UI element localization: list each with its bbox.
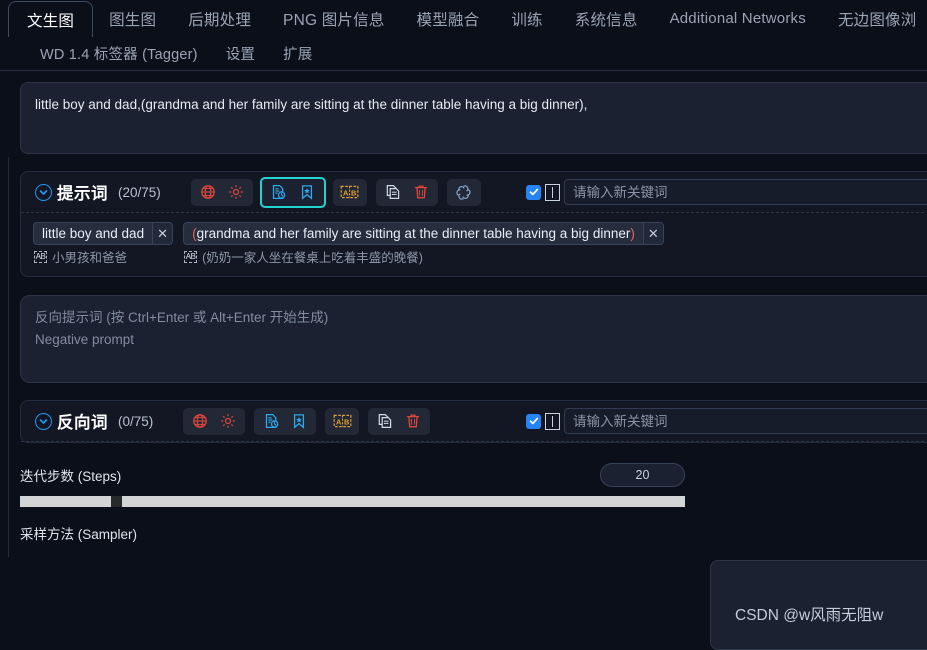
toolbar-group-network xyxy=(191,179,253,206)
chevron-down-icon[interactable] xyxy=(35,184,52,201)
steps-value[interactable]: 20 xyxy=(600,463,685,487)
toolbar-group-history-highlighted xyxy=(262,179,324,206)
toolbar-group-edit xyxy=(376,179,438,206)
prompt-textarea[interactable]: little boy and dad,(grandma and her fami… xyxy=(20,82,927,154)
gear-icon[interactable] xyxy=(215,410,241,433)
translate-ab-icon[interactable]: AB xyxy=(337,181,363,204)
toolbar-group-edit xyxy=(368,408,430,435)
chip-remove-button[interactable]: ✕ xyxy=(643,222,663,245)
translate-ab-icon: AB xyxy=(184,251,197,263)
toolbar-group-translate: AB xyxy=(325,408,359,435)
steps-slider[interactable] xyxy=(20,496,685,507)
negative-prompt-section: 反向词 (0/75) xyxy=(20,400,927,443)
globe-icon[interactable] xyxy=(195,181,221,204)
svg-text:A: A xyxy=(343,188,349,197)
svg-text:B: B xyxy=(344,417,349,426)
tab-row-secondary: WD 1.4 标签器 (Tagger) 设置 扩展 xyxy=(8,37,927,70)
svg-text:B: B xyxy=(351,188,356,197)
positive-keyword-checkbox[interactable] xyxy=(526,185,541,200)
chatgpt-icon[interactable] xyxy=(451,181,477,204)
copy-icon[interactable] xyxy=(380,181,406,204)
positive-token-count: (20/75) xyxy=(118,185,161,200)
chip-label: little boy and dad xyxy=(34,226,152,241)
tab-extras[interactable]: 后期处理 xyxy=(172,0,267,37)
negative-keyword-checkbox[interactable] xyxy=(526,414,541,429)
chip-label: (grandma and her family are sitting at t… xyxy=(184,226,643,241)
main-content: little boy and dad,(grandma and her fami… xyxy=(0,82,927,543)
prompt-chip[interactable]: little boy and dad ✕ xyxy=(33,222,173,245)
tab-additional-networks[interactable]: Additional Networks xyxy=(654,0,822,37)
negative-prompt-hint-cn: 反向提示词 (按 Ctrl+Enter 或 Alt+Enter 开始生成) xyxy=(35,307,927,329)
negative-token-count: (0/75) xyxy=(118,414,153,429)
gear-icon[interactable] xyxy=(223,181,249,204)
text-cursor-icon[interactable] xyxy=(545,184,560,201)
negative-prompt-textarea[interactable]: 反向提示词 (按 Ctrl+Enter 或 Alt+Enter 开始生成) Ne… xyxy=(20,295,927,383)
tab-settings[interactable]: 设置 xyxy=(212,37,269,70)
positive-chip-list: little boy and dad ✕ AB 小男孩和爸爸 (grandma … xyxy=(21,213,927,276)
chevron-down-icon[interactable] xyxy=(35,413,52,430)
positive-toolbar: AB xyxy=(191,179,481,206)
generation-params: 迭代步数 (Steps) 20 采样方法 (Sampler) xyxy=(0,463,927,543)
positive-section-header: 提示词 (20/75) xyxy=(21,172,927,213)
svg-text:A: A xyxy=(336,417,342,426)
chip-column: little boy and dad ✕ AB 小男孩和爸爸 xyxy=(33,222,173,266)
negative-keyword-input[interactable] xyxy=(564,408,927,434)
prompt-chip[interactable]: (grandma and her family are sitting at t… xyxy=(183,222,664,245)
chip-body: grandma and her family are sitting at th… xyxy=(197,226,631,241)
tab-bar-divider xyxy=(0,70,927,71)
tab-checkpoint-merger[interactable]: 模型融合 xyxy=(401,0,496,37)
chip-translation-row: AB (奶奶一家人坐在餐桌上吃着丰盛的晚餐) xyxy=(183,247,664,266)
document-clock-icon[interactable] xyxy=(258,410,284,433)
negative-keyword-control xyxy=(526,408,927,434)
chip-translation-row: AB 小男孩和爸爸 xyxy=(33,247,173,266)
toolbar-group-network xyxy=(183,408,245,435)
toolbar-group-translate: AB xyxy=(333,179,367,206)
sampler-label: 采样方法 (Sampler) xyxy=(20,523,137,543)
chip-column: (grandma and her family are sitting at t… xyxy=(183,222,664,266)
tab-wd14-tagger[interactable]: WD 1.4 标签器 (Tagger) xyxy=(26,37,212,70)
chip-close-paren: ) xyxy=(630,226,635,241)
tab-png-info[interactable]: PNG 图片信息 xyxy=(267,0,401,37)
text-cursor-icon[interactable] xyxy=(545,413,560,430)
negative-section-title: 反向词 xyxy=(57,409,108,433)
copy-icon[interactable] xyxy=(372,410,398,433)
steps-label: 迭代步数 (Steps) xyxy=(20,465,121,485)
negative-prompt-hint-en: Negative prompt xyxy=(35,329,927,351)
chip-translation: (奶奶一家人坐在餐桌上吃着丰盛的晚餐) xyxy=(202,247,423,266)
trash-icon[interactable] xyxy=(400,410,426,433)
positive-section-title: 提示词 xyxy=(57,180,108,204)
toolbar-group-history xyxy=(254,408,316,435)
top-tab-bar: 文生图 图生图 后期处理 PNG 图片信息 模型融合 训练 系统信息 Addit… xyxy=(0,0,927,70)
document-clock-icon[interactable] xyxy=(266,181,292,204)
positive-prompt-section: 提示词 (20/75) xyxy=(20,171,927,277)
translate-ab-icon: AB xyxy=(34,251,47,263)
tab-img2img[interactable]: 图生图 xyxy=(93,0,172,37)
bookmark-star-icon[interactable] xyxy=(294,181,320,204)
tab-extensions[interactable]: 扩展 xyxy=(269,37,326,70)
negative-toolbar: AB xyxy=(183,408,430,435)
toolbar-group-chatgpt xyxy=(447,179,481,206)
tab-train[interactable]: 训练 xyxy=(495,0,558,37)
positive-keyword-control xyxy=(526,179,927,205)
tab-row-primary: 文生图 图生图 后期处理 PNG 图片信息 模型融合 训练 系统信息 Addit… xyxy=(8,0,927,37)
globe-icon[interactable] xyxy=(187,410,213,433)
negative-section-header: 反向词 (0/75) xyxy=(21,401,927,442)
csdn-watermark: CSDN @w风雨无阻w xyxy=(735,603,883,625)
tab-infinite-image-browsing[interactable]: 无边图像浏 xyxy=(822,0,927,37)
tab-system-info[interactable]: 系统信息 xyxy=(559,0,654,37)
steps-slider-thumb[interactable] xyxy=(111,496,122,507)
positive-keyword-input[interactable] xyxy=(564,179,927,205)
chip-remove-button[interactable]: ✕ xyxy=(152,222,172,245)
steps-row: 迭代步数 (Steps) 20 xyxy=(20,463,685,487)
tab-txt2img[interactable]: 文生图 xyxy=(8,1,93,37)
translate-ab-icon[interactable]: AB xyxy=(329,410,355,433)
sampler-row: 采样方法 (Sampler) xyxy=(20,523,685,543)
chip-translation: 小男孩和爸爸 xyxy=(52,247,127,266)
trash-icon[interactable] xyxy=(408,181,434,204)
bookmark-star-icon[interactable] xyxy=(286,410,312,433)
